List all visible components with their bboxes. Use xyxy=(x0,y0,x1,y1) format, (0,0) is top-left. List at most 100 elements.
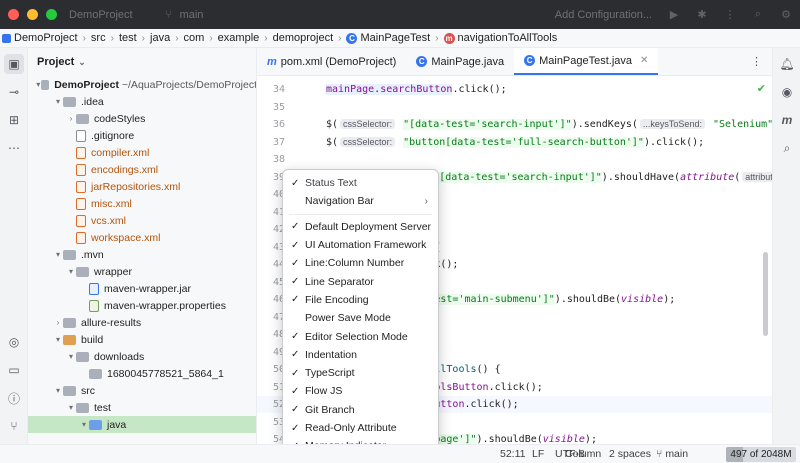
more-icon[interactable]: ⋮ xyxy=(724,9,736,21)
menu-item-status-text[interactable]: ✓ Status Text xyxy=(283,174,438,192)
chevron-down-icon[interactable]: ▾ xyxy=(53,97,63,106)
git-icon[interactable]: ⑂ xyxy=(4,416,24,436)
project-switcher[interactable]: DemoProject xyxy=(69,9,133,21)
chevron-right-icon[interactable]: › xyxy=(53,318,63,327)
menu-item-power-save-mode[interactable]: Power Save Mode xyxy=(283,309,438,327)
code-line[interactable]: 38 xyxy=(257,151,772,168)
tree-item[interactable]: ▾ wrapper xyxy=(28,263,256,280)
chevron-right-icon: › xyxy=(141,32,146,44)
chevron-down-icon[interactable]: ▾ xyxy=(53,386,63,395)
menu-item-flow-js[interactable]: ✓ Flow JS xyxy=(283,382,438,400)
tree-item[interactable]: encodings.xml xyxy=(28,161,256,178)
menu-item-line-column-number[interactable]: ✓ Line:Column Number xyxy=(283,254,438,272)
notifications-bell-icon[interactable]: 🔔︎ xyxy=(777,54,797,74)
tab-mainpage-java[interactable]: C MainPage.java xyxy=(406,48,514,75)
menu-item-line-separator[interactable]: ✓ Line Separator xyxy=(283,272,438,290)
code-line[interactable]: 34 mainPage.searchButton.click(); xyxy=(257,81,772,98)
breadcrumb-java[interactable]: java xyxy=(150,32,170,44)
chevron-down-icon[interactable]: ▾ xyxy=(66,403,76,412)
tree-item[interactable]: ▾ downloads xyxy=(28,348,256,365)
indentation[interactable]: 2 spaces xyxy=(609,448,651,460)
menu-item-git-branch[interactable]: ✓ Git Branch xyxy=(283,401,438,419)
tree-item[interactable]: ▾ java xyxy=(28,416,256,433)
breadcrumb-com[interactable]: com xyxy=(184,32,205,44)
problems-icon[interactable]: ⓘ xyxy=(4,388,24,408)
menu-item-default-deployment-server[interactable]: ✓ Default Deployment Server xyxy=(283,218,438,236)
tab-pom-xml[interactable]: m pom.xml (DemoProject) xyxy=(257,48,406,75)
chevron-down-icon[interactable]: ▾ xyxy=(53,335,63,344)
tree-item[interactable]: › allure-results xyxy=(28,314,256,331)
project-panel-header[interactable]: Project ⌄ xyxy=(28,48,256,76)
menu-item-indentation[interactable]: ✓ Indentation xyxy=(283,346,438,364)
maven-tool-icon[interactable]: m xyxy=(777,110,797,130)
add-configuration-button[interactable]: Add Configuration... xyxy=(555,9,652,21)
inspection-ok-icon[interactable]: ✔ xyxy=(757,82,766,95)
chevron-down-icon[interactable]: ▾ xyxy=(79,420,89,429)
tree-item[interactable]: ▾ test xyxy=(28,399,256,416)
tree-item[interactable]: ▾ .mvn xyxy=(28,246,256,263)
tree-item[interactable]: jarRepositories.xml xyxy=(28,178,256,195)
breadcrumb-demoproject-pkg[interactable]: demoproject xyxy=(273,32,334,44)
git-branch-widget[interactable]: ⑂ main xyxy=(656,448,688,460)
tree-item[interactable]: ▾ src xyxy=(28,382,256,399)
code-line[interactable]: 37 $(cssSelector: "button[data-test='full… xyxy=(257,134,772,151)
chevron-down-icon[interactable]: ▾ xyxy=(66,267,76,276)
search-icon[interactable]: ⌕ xyxy=(752,8,764,21)
tree-item-label: downloads xyxy=(94,350,145,363)
tree-item[interactable]: workspace.xml xyxy=(28,229,256,246)
breadcrumb-src[interactable]: src xyxy=(91,32,106,44)
project-tool-icon[interactable]: ▣ xyxy=(4,54,24,74)
structure-icon[interactable]: ⊞ xyxy=(4,110,24,130)
menu-item-file-encoding[interactable]: ✓ File Encoding xyxy=(283,291,438,309)
tab-mainpagetest-java[interactable]: C MainPageTest.java ✕ xyxy=(514,48,659,75)
terminal-icon[interactable]: ▭ xyxy=(4,360,24,380)
tree-item[interactable]: maven-wrapper.properties xyxy=(28,297,256,314)
breadcrumb-example[interactable]: example xyxy=(218,32,260,44)
tree-item[interactable]: misc.xml xyxy=(28,195,256,212)
caret-position[interactable]: 52:11 xyxy=(500,448,526,460)
memory-indicator[interactable]: 497 of 2048M xyxy=(726,447,796,462)
breadcrumb-demoproject[interactable]: DemoProject xyxy=(2,32,78,44)
breadcrumb-mainpagetest[interactable]: C MainPageTest xyxy=(346,32,430,44)
tree-item[interactable]: 1680045778521_5864_1 xyxy=(28,365,256,382)
tree-item-label: .mvn xyxy=(81,248,104,261)
run-icon[interactable]: ▶ xyxy=(668,9,680,21)
tree-item[interactable]: maven-wrapper.jar xyxy=(28,280,256,297)
tree-item[interactable]: .gitignore xyxy=(28,127,256,144)
debug-icon[interactable]: ✱ xyxy=(696,9,708,21)
tree-item[interactable]: ▾ .idea xyxy=(28,93,256,110)
maximize-window-button[interactable] xyxy=(46,9,57,20)
database-icon[interactable]: ◉ xyxy=(777,82,797,102)
ui-framework[interactable]: Column xyxy=(565,448,601,460)
tree-item-label: .gitignore xyxy=(91,129,135,142)
tree-item[interactable]: ▾ build xyxy=(28,331,256,348)
commit-icon[interactable]: ⊸ xyxy=(4,82,24,102)
code-line[interactable]: 35 xyxy=(257,99,772,116)
tree-item[interactable]: vcs.xml xyxy=(28,212,256,229)
menu-item-ui-automation-framework[interactable]: ✓ UI Automation Framework xyxy=(283,236,438,254)
menu-item-editor-selection-mode[interactable]: ✓ Editor Selection Mode xyxy=(283,327,438,345)
breadcrumb-test[interactable]: test xyxy=(119,32,137,44)
more-tools-icon[interactable]: ⋯ xyxy=(4,138,24,158)
menu-item-navigation-bar[interactable]: Navigation Bar › xyxy=(283,192,438,210)
settings-gear-icon[interactable]: ⚙ xyxy=(780,9,792,21)
chevron-down-icon[interactable]: ▾ xyxy=(66,352,76,361)
tab-overflow-menu[interactable]: ⋮ xyxy=(741,48,772,75)
tree-item[interactable]: compiler.xml xyxy=(28,144,256,161)
branch-switcher[interactable]: ⑂ main xyxy=(163,9,203,21)
breadcrumb-method[interactable]: m navigationToAllTools xyxy=(443,32,557,44)
menu-item-typescript[interactable]: ✓ TypeScript xyxy=(283,364,438,382)
line-separator[interactable]: LF xyxy=(532,448,544,460)
code-line[interactable]: 36 $(cssSelector: "[data-test='search-inp… xyxy=(257,116,772,133)
menu-item-read-only-attribute[interactable]: ✓ Read-Only Attribute xyxy=(283,419,438,437)
find-usages-icon[interactable]: ⌕ xyxy=(777,138,797,158)
chevron-right-icon[interactable]: › xyxy=(66,114,76,123)
editor-scrollbar[interactable] xyxy=(763,252,768,336)
chevron-down-icon[interactable]: ▾ xyxy=(53,250,63,259)
tree-item[interactable]: ▾ DemoProject ~/AquaProjects/DemoProject xyxy=(28,76,256,93)
close-window-button[interactable] xyxy=(8,9,19,20)
minimize-window-button[interactable] xyxy=(27,9,38,20)
tree-item[interactable]: › codeStyles xyxy=(28,110,256,127)
close-tab-icon[interactable]: ✕ xyxy=(640,55,648,66)
services-icon[interactable]: ◎ xyxy=(4,332,24,352)
